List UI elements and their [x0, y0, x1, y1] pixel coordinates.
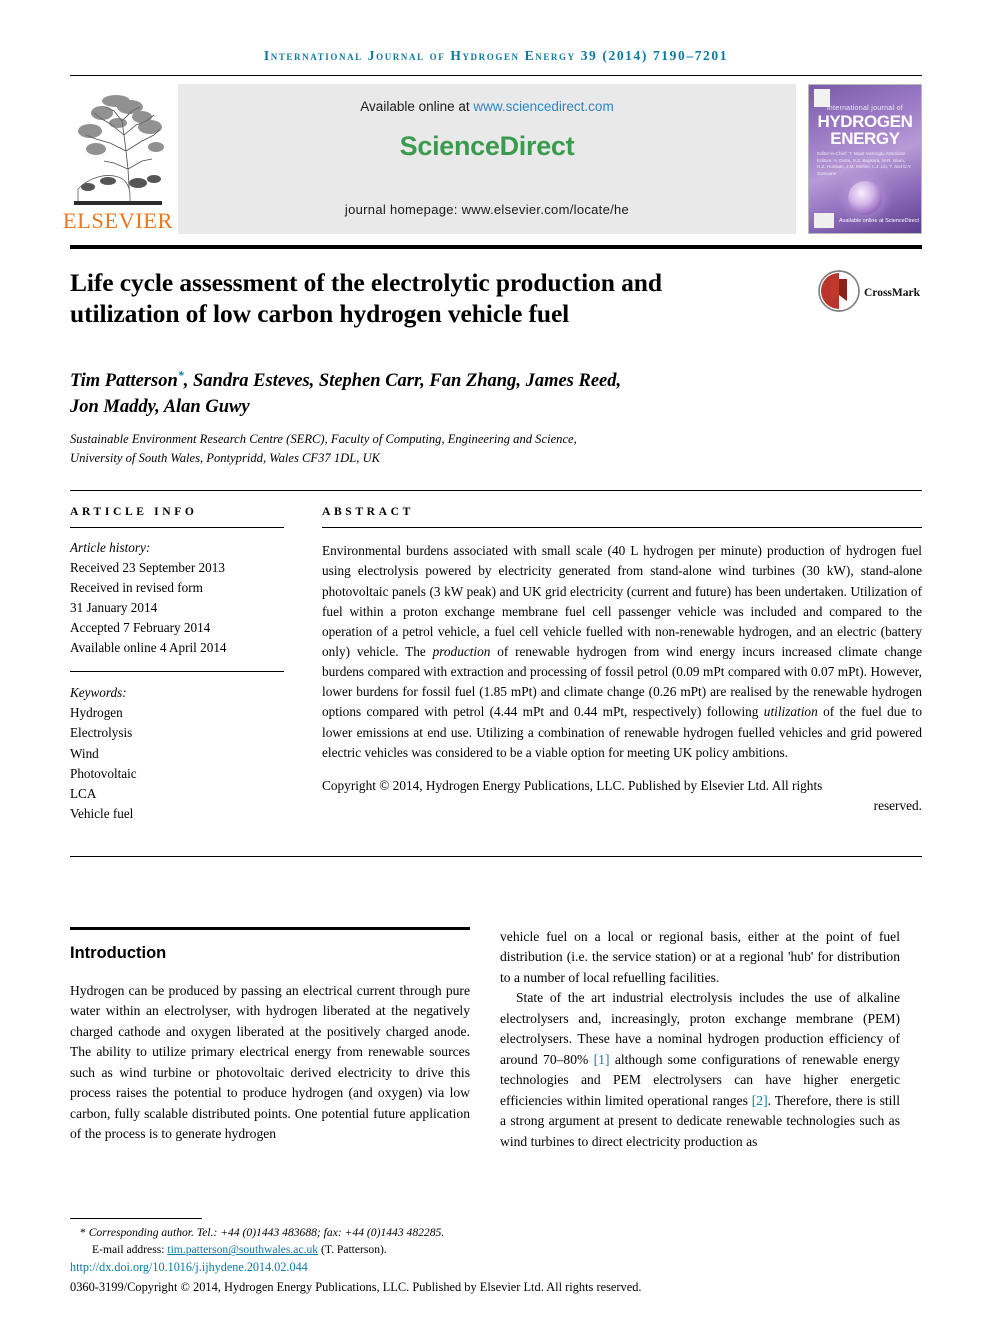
article-history-item: 31 January 2014 [70, 600, 158, 616]
cover-eyebrow: international journal of [826, 105, 904, 112]
article-history-item: Received in revised form [70, 580, 203, 596]
introduction-rule [70, 926, 470, 931]
introduction-heading: Introduction [70, 943, 167, 962]
masthead-bottom-rule [70, 245, 922, 249]
citation-ref-2[interactable]: [2] [752, 1093, 768, 1108]
email-note: E-mail address: tim.patterson@southwales… [70, 1241, 922, 1258]
page-footnote: * Corresponding author. Tel.: +44 (0)144… [70, 1218, 922, 1297]
available-online-line: Available online at www.sciencedirect.co… [360, 99, 613, 114]
introduction-paragraph-left: Hydrogen can be produced by passing an e… [70, 982, 470, 1142]
email-link[interactable]: tim.patterson@southwales.ac.uk [167, 1243, 318, 1256]
abstract-bottom-rule [70, 855, 922, 857]
article-history-item: Available online 4 April 2014 [70, 640, 227, 656]
corresponding-author-text: Corresponding author. Tel.: +44 (0)1443 … [88, 1226, 445, 1240]
abstract-part-1: Environmental burdens associated with sm… [322, 543, 922, 659]
doi-link[interactable]: http://dx.doi.org/10.1016/j.ijhydene.201… [70, 1258, 922, 1276]
authors-bottom-rule [70, 489, 922, 491]
info-abstract-section: ARTICLE INFO Article history: Received 2… [70, 505, 922, 830]
cover-title-line2: ENERGY [830, 129, 900, 149]
article-info-rule [70, 526, 284, 528]
cover-title-line1: HYDROGEN [817, 112, 913, 131]
journal-homepage-line[interactable]: journal homepage: www.elsevier.com/locat… [345, 202, 629, 217]
crossmark-label: CrossMark [864, 287, 921, 299]
title-block: Life cycle assessment of the electrolyti… [70, 267, 922, 339]
cover-sciencedirect-badge: Available online at ScienceDirect [839, 218, 919, 225]
page-title: Life cycle assessment of the electrolyti… [70, 268, 662, 329]
body-column-right: vehicle fuel on a local or regional basi… [500, 927, 900, 1153]
abstract-column: ABSTRACT Environmental burdens associate… [322, 505, 922, 830]
body-columns: Introduction Hydrogen can be produced by… [70, 926, 922, 1153]
keyword-item: Vehicle fuel [70, 805, 134, 821]
paper-page: International Journal of Hydrogen Energy… [0, 0, 992, 1323]
affiliation-line1: Sustainable Environment Research Centre … [70, 432, 577, 447]
masthead: ELSEVIER Available online at www.science… [63, 84, 922, 234]
available-online-prefix: Available online at [360, 99, 474, 114]
abstract-heading: ABSTRACT [322, 504, 414, 518]
email-suffix: (T. Patterson). [318, 1243, 387, 1257]
article-history-item: Accepted 7 February 2014 [70, 620, 211, 636]
author-list: Tim Patterson*, Sandra Esteves, Stephen … [70, 367, 790, 420]
abstract-text: Environmental burdens associated with sm… [322, 541, 922, 763]
introduction-paragraph-right-1: vehicle fuel on a local or regional basi… [500, 928, 900, 985]
author-first: Tim Patterson [70, 371, 178, 392]
abstract-copyright: Copyright © 2014, Hydrogen Energy Public… [322, 776, 922, 816]
keyword-item: Wind [70, 745, 99, 761]
cover-title: HYDROGEN ENERGY [809, 113, 921, 148]
article-history-label: Article history: [70, 539, 151, 555]
article-info-heading: ARTICLE INFO [70, 504, 198, 518]
corresponding-author-note: * Corresponding author. Tel.: +44 (0)144… [70, 1224, 922, 1241]
crossmark-badge[interactable]: CrossMark [818, 269, 922, 317]
keyword-item: Hydrogen [70, 705, 123, 721]
sciencedirect-banner: Available online at www.sciencedirect.co… [178, 84, 796, 234]
footnote-star-marker: * [80, 1226, 86, 1240]
cover-editors: Editor-in-Chief: T. Nejat Veziroglu Asso… [817, 151, 912, 176]
elsevier-tree-icon [72, 91, 164, 209]
footnote-rule [70, 1218, 202, 1220]
author-rest-line1: , Sandra Esteves, Stephen Carr, Fan Zhan… [183, 371, 622, 392]
abstract-rule [322, 526, 922, 528]
header-rule [70, 75, 922, 76]
abstract-italic-production: production [432, 643, 491, 659]
article-info-column: ARTICLE INFO Article history: Received 2… [70, 505, 284, 830]
author-rest-line2: Jon Maddy, Alan Guwy [70, 396, 250, 417]
article-history-item: Received 23 September 2013 [70, 560, 225, 576]
citation-ref-1[interactable]: [1] [594, 1052, 610, 1067]
issn-copyright-line: 0360-3199/Copyright © 2014, Hydrogen Ene… [70, 1279, 642, 1294]
crossmark-icon [818, 269, 860, 317]
cover-iahe-logo-icon [814, 213, 834, 228]
running-head: International Journal of Hydrogen Energy… [263, 48, 729, 63]
abstract-copyright-tail: reserved. [873, 798, 922, 814]
affiliation: Sustainable Environment Research Centre … [70, 430, 770, 468]
keywords-rule [70, 671, 284, 673]
affiliation-line2: University of South Wales, Pontypridd, W… [70, 451, 381, 466]
keywords-spacer [70, 658, 284, 671]
email-label: E-mail address: [92, 1243, 168, 1257]
keywords-label: Keywords: [70, 685, 127, 701]
sciencedirect-wordmark: ScienceDirect [399, 131, 575, 161]
cover-orb-graphic [848, 181, 882, 215]
elsevier-wordmark: ELSEVIER [62, 208, 174, 233]
body-column-left: Introduction Hydrogen can be produced by… [70, 926, 470, 1153]
abstract-copyright-main: Copyright © 2014, Hydrogen Energy Public… [322, 778, 823, 794]
journal-cover-thumbnail: international journal of HYDROGEN ENERGY… [808, 84, 922, 234]
abstract-italic-utilization: utilization [763, 704, 818, 720]
sciencedirect-url-link[interactable]: www.sciencedirect.com [473, 99, 613, 114]
keyword-item: Electrolysis [70, 725, 133, 741]
elsevier-logo: ELSEVIER [63, 84, 173, 234]
keyword-item: LCA [70, 785, 97, 801]
introduction-paragraph-right-2: State of the art industrial electrolysis… [500, 988, 900, 1152]
keyword-item: Photovoltaic [70, 765, 137, 781]
